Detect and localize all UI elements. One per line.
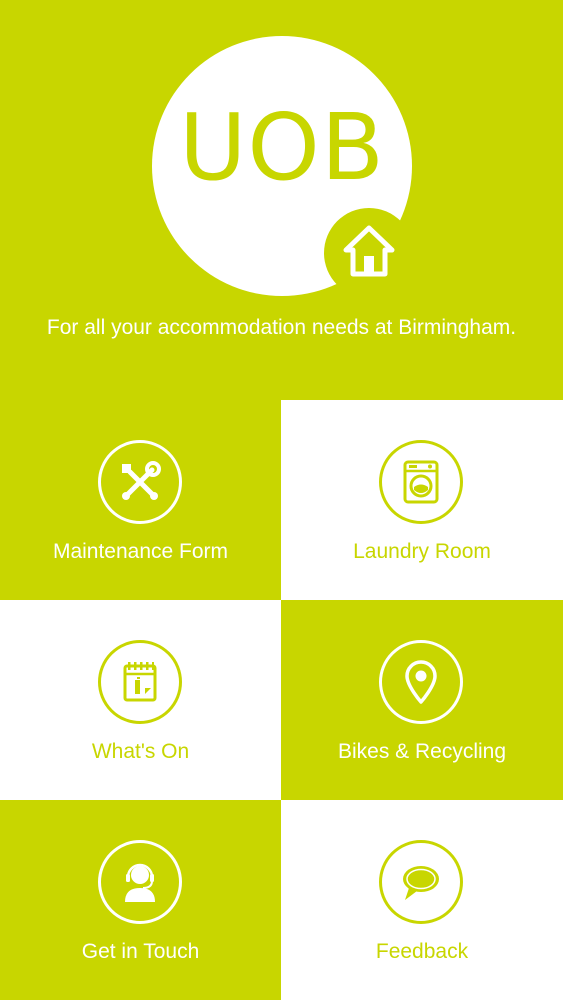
tile-label: Maintenance Form: [52, 540, 229, 563]
tile-get-in-touch[interactable]: Get in Touch: [0, 800, 281, 1000]
tile-bikes-recycling[interactable]: Bikes & Recycling: [281, 600, 563, 800]
tile-laundry-room[interactable]: Laundry Room: [281, 400, 563, 600]
tile-label: Bikes & Recycling: [337, 740, 507, 763]
tile-whats-on[interactable]: What's On: [0, 600, 281, 800]
icon-ring: [98, 440, 182, 524]
icon-ring: [98, 640, 182, 724]
tools-icon: [122, 461, 161, 500]
calendar-icon: [123, 662, 157, 702]
location-pin-icon: [405, 660, 437, 704]
headset-person-icon: [125, 863, 155, 902]
icon-ring: [98, 840, 182, 924]
tagline: For all your accommodation needs at Birm…: [46, 316, 517, 339]
icon-ring: [379, 640, 463, 724]
app-screen: UOB For all your accommodation needs at …: [0, 0, 563, 1000]
tile-label: What's On: [91, 740, 190, 763]
logo-text: UOB: [179, 94, 385, 201]
icon-ring: [379, 440, 463, 524]
house-icon: [343, 225, 395, 277]
speech-bubble-icon: [403, 866, 439, 900]
tile-label: Feedback: [375, 940, 469, 963]
tile-maintenance-form[interactable]: Maintenance Form: [0, 400, 281, 600]
icon-ring: [379, 840, 463, 924]
washing-machine-icon: [403, 460, 439, 504]
uob-logo: UOB: [152, 36, 414, 298]
home-badge: [324, 208, 414, 298]
tile-label: Laundry Room: [353, 540, 491, 563]
header: UOB For all your accommodation needs at …: [0, 0, 563, 400]
tile-feedback[interactable]: Feedback: [281, 800, 563, 1000]
tile-label: Get in Touch: [81, 940, 200, 963]
